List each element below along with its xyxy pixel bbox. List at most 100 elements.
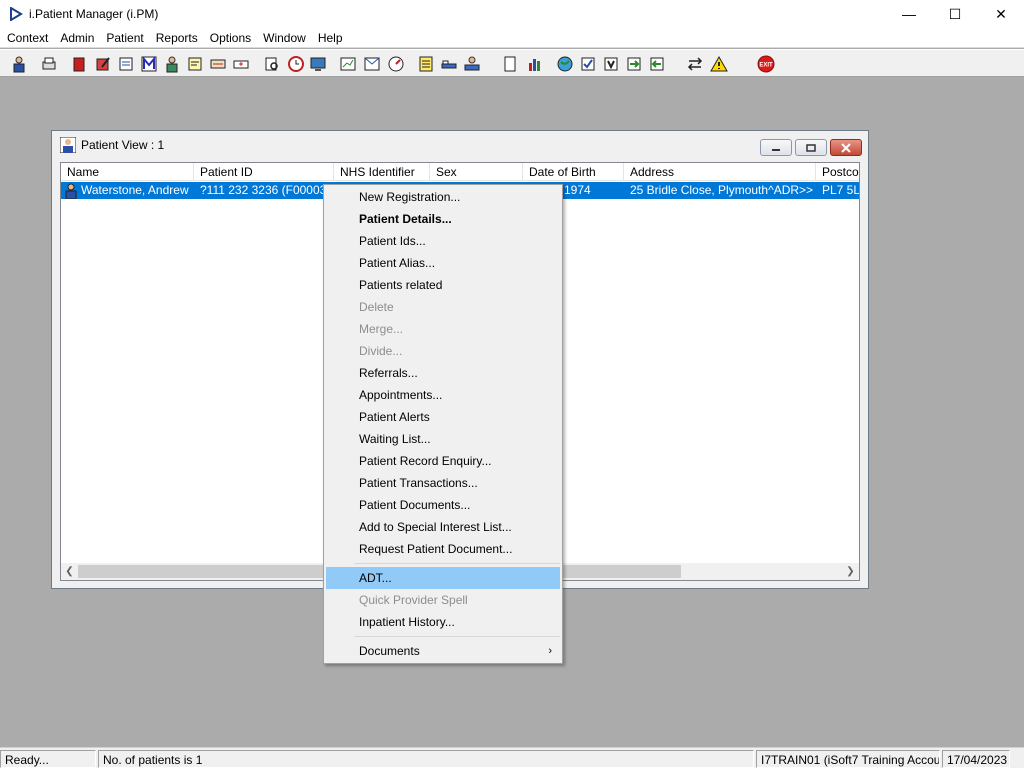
menu-merge: Merge... [359,322,404,336]
exit-label: EXIT [759,63,773,69]
menu-patients-related[interactable]: Patients related [326,274,560,296]
notes-icon[interactable] [185,54,205,74]
status-patient-count: No. of patients is 1 [98,750,754,768]
monitor-icon[interactable] [308,54,328,74]
patient-row-icon [65,183,77,199]
patient-bed-icon[interactable] [462,54,482,74]
menu-inpatient-history[interactable]: Inpatient History... [326,611,560,633]
swap-icon[interactable] [685,54,705,74]
chart-card-icon[interactable] [338,54,358,74]
menu-separator [354,563,560,564]
col-patient-id[interactable]: Patient ID [194,163,334,181]
document-list-icon[interactable] [116,54,136,74]
menu-request-patient-document[interactable]: Request Patient Document... [326,538,560,560]
menu-separator [354,636,560,637]
menu-appointments[interactable]: Appointments... [326,384,560,406]
status-bar: Ready... No. of patients is 1 I7TRAIN01 … [0,747,1024,768]
status-date: 17/04/2023 [942,750,1010,768]
menu-reports[interactable]: Reports [150,28,204,48]
minimize-icon [772,148,780,151]
menu-patient-documents[interactable]: Patient Documents... [326,494,560,516]
close-icon [841,142,851,153]
menu-patient-alerts[interactable]: Patient Alerts [326,406,560,428]
cell-patient-id: ?111 232 3236 (F000039) [200,183,334,197]
minimize-button[interactable]: — [886,0,932,28]
menu-referrals[interactable]: Referrals... [326,362,560,384]
menu-help[interactable]: Help [312,28,349,48]
patient-view-icon [60,137,76,153]
menu-patient-transactions[interactable]: Patient Transactions... [326,472,560,494]
status-account: I7TRAIN01 (iSoft7 Training Account) [756,750,940,768]
app-title: i.Patient Manager (i.PM) [29,7,159,21]
status-ready: Ready... [0,750,96,768]
search-document-icon[interactable] [262,54,282,74]
title-bar: i.Patient Manager (i.PM) — ☐ ✕ [0,0,1024,28]
scroll-left-icon[interactable]: ❮ [61,563,78,580]
app-play-icon [10,7,23,21]
menu-add-special-interest[interactable]: Add to Special Interest List... [326,516,560,538]
col-name[interactable]: Name [61,163,194,181]
green-refresh-icon[interactable] [647,54,667,74]
menu-context[interactable]: Context [1,28,54,48]
maximize-button[interactable]: ☐ [932,0,978,28]
transfer-icon[interactable] [208,54,228,74]
menu-patient-details[interactable]: Patient Details... [326,208,560,230]
col-postcode[interactable]: Postcod [816,163,859,181]
child-close-button[interactable] [830,139,862,156]
toolbar: EXIT [0,49,1024,77]
dial-icon[interactable] [386,54,406,74]
patient-user-icon[interactable] [9,54,29,74]
patient-view-title: Patient View : 1 [81,138,165,152]
blank-page-icon[interactable] [500,54,520,74]
scroll-right-icon[interactable]: ❯ [842,563,859,580]
check-down-icon[interactable] [601,54,621,74]
ambulance-icon[interactable] [231,54,251,74]
clock-icon[interactable] [286,54,306,74]
close-button[interactable]: ✕ [978,0,1024,28]
red-book-icon[interactable] [69,54,89,74]
menu-window[interactable]: Window [257,28,312,48]
col-date-of-birth[interactable]: Date of Birth [523,163,624,181]
edit-register-icon[interactable] [93,54,113,74]
checklist-icon[interactable] [578,54,598,74]
cell-name: Waterstone, Andrew [61,182,194,199]
menu-admin[interactable]: Admin [54,28,100,48]
child-restore-button[interactable] [795,139,827,156]
m-letter-icon[interactable] [139,54,159,74]
col-address[interactable]: Address [624,163,816,181]
menu-documents[interactable]: Documents › [326,640,560,662]
menu-options[interactable]: Options [204,28,257,48]
warning-icon[interactable] [709,54,729,74]
context-menu: New Registration... Patient Details... P… [323,184,563,664]
exit-icon[interactable]: EXIT [756,54,776,74]
menu-patient-ids[interactable]: Patient Ids... [326,230,560,252]
menu-new-registration[interactable]: New Registration... [326,186,560,208]
list-header: Name Patient ID NHS Identifier Sex Date … [61,163,859,181]
menu-adt[interactable]: ADT... [326,567,560,589]
restore-icon [806,143,816,152]
doctor-icon[interactable] [162,54,182,74]
menu-documents-label: Documents [359,644,420,658]
menu-patient[interactable]: Patient [100,28,149,48]
patient-view-title-bar: Patient View : 1 [52,131,868,159]
child-minimize-button[interactable] [760,139,792,156]
menu-quick-provider-spell: Quick Provider Spell [359,593,468,607]
cell-address: 25 Bridle Close, Plymouth^ADR>> [630,183,814,197]
menu-waiting-list[interactable]: Waiting List... [326,428,560,450]
menu-patient-alias[interactable]: Patient Alias... [326,252,560,274]
printer-icon[interactable] [39,54,59,74]
patient-name: Waterstone, Andrew [81,183,189,197]
menu-patient-record-enquiry[interactable]: Patient Record Enquiry... [326,450,560,472]
bed-icon[interactable] [439,54,459,74]
globe-icon[interactable] [555,54,575,74]
menu-delete: Delete [359,300,394,314]
menu-divide: Divide... [359,344,403,358]
submenu-arrow-icon: › [548,645,552,657]
bar-chart-icon[interactable] [525,54,545,74]
col-sex[interactable]: Sex [430,163,523,181]
notepad-icon[interactable] [416,54,436,74]
green-arrows-icon[interactable] [624,54,644,74]
col-nhs-identifier[interactable]: NHS Identifier [334,163,430,181]
cell-postcode: PL7 5LF [822,183,860,197]
mail-card-icon[interactable] [362,54,382,74]
